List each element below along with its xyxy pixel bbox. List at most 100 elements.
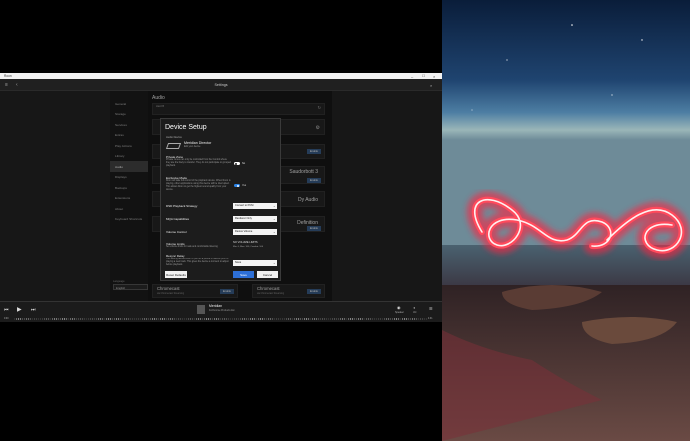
waveform-bar xyxy=(158,318,160,320)
waveform-seekbar[interactable] xyxy=(14,318,428,320)
waveform-bar xyxy=(304,318,306,320)
waveform-bar xyxy=(54,318,56,320)
queue-icon[interactable]: ☰ xyxy=(429,306,433,311)
waveform-bar xyxy=(404,318,406,320)
cancel-button[interactable]: Cancel xyxy=(257,271,278,278)
waveform-bar xyxy=(290,318,292,320)
waveform-bar xyxy=(214,318,216,320)
waveform-bar xyxy=(170,318,172,320)
mqa-select[interactable]: Renderer Only ⌄ xyxy=(233,216,277,222)
waveform-bar xyxy=(322,318,324,320)
save-button[interactable]: Save xyxy=(233,271,254,278)
dsd-strategy-value: Convert to PCM xyxy=(235,204,254,208)
zone-label[interactable]: Speaker xyxy=(395,311,404,314)
waveform-bar xyxy=(224,318,226,320)
exclusive-mode-toggle[interactable] xyxy=(234,184,240,187)
waveform-bar xyxy=(160,318,162,320)
waveform-bar xyxy=(48,318,50,320)
waveform-bar xyxy=(354,318,356,320)
waveform-bar xyxy=(402,318,404,320)
waveform-bar xyxy=(302,318,304,320)
waveform-bar xyxy=(254,318,256,320)
reset-defaults-button[interactable]: Reset Defaults xyxy=(165,271,187,278)
volume-control-select[interactable]: Device Volume ⌄ xyxy=(233,229,277,235)
waveform-bar xyxy=(258,318,260,320)
audio-device-label: Audio Device xyxy=(166,136,182,139)
volume-label: Vol xyxy=(413,311,417,314)
waveform-bar xyxy=(292,318,294,320)
waveform-bar xyxy=(406,318,408,320)
waveform-bar xyxy=(324,318,326,320)
waveform-bar xyxy=(272,318,274,320)
previous-track-icon[interactable]: ⏮ xyxy=(4,307,9,313)
waveform-bar xyxy=(138,318,140,320)
waveform-bar xyxy=(118,318,120,320)
dsd-strategy-select[interactable]: Convert to PCM ⌄ xyxy=(233,203,277,209)
volume-limits-sub: Min: 0, Max: 100, Comfort: 100 xyxy=(233,246,264,248)
waveform-bar xyxy=(368,318,370,320)
waveform-bar xyxy=(208,318,210,320)
track-subtitle[interactable]: Forthcome Products Etc. xyxy=(209,309,235,312)
waveform-bar xyxy=(422,318,424,320)
waveform-bar xyxy=(120,318,122,320)
album-art[interactable] xyxy=(197,305,205,314)
waveform-bar xyxy=(222,318,224,320)
track-title[interactable]: Meridian xyxy=(209,304,222,308)
private-zone-desc: Private zones can only be controlled fro… xyxy=(166,159,231,167)
window-title: Roon xyxy=(4,74,12,79)
waveform-bar xyxy=(212,318,214,320)
waveform-bar xyxy=(318,318,320,320)
play-icon[interactable]: ▶ xyxy=(17,306,22,313)
volume-control-value: Device Volume xyxy=(235,230,253,234)
waveform-bar xyxy=(194,318,196,320)
waveform-bar xyxy=(46,318,48,320)
waveform-bar xyxy=(188,318,190,320)
waveform-bar xyxy=(56,318,58,320)
waveform-bar xyxy=(200,318,202,320)
waveform-bar xyxy=(332,318,334,320)
volume-limits-desc: Set volume limits for safe and comfortab… xyxy=(166,246,218,248)
waveform-bar xyxy=(338,318,340,320)
waveform-bar xyxy=(420,318,422,320)
waveform-bar xyxy=(28,318,30,320)
private-zone-toggle[interactable] xyxy=(234,162,240,165)
page-title: Settings xyxy=(214,83,228,87)
waveform-bar xyxy=(260,318,262,320)
speaker-icon[interactable]: ◉ xyxy=(397,305,401,310)
waveform-bar xyxy=(310,318,312,320)
time-elapsed: 0:00 xyxy=(4,318,9,320)
device-edit-hint[interactable]: Edit your device xyxy=(184,146,200,148)
waveform-bar xyxy=(16,318,18,320)
waveform-bar xyxy=(154,318,156,320)
next-track-icon[interactable]: ⏭ xyxy=(31,307,36,313)
resync-delay-select[interactable]: None ⌄ xyxy=(233,260,277,266)
waveform-bar xyxy=(316,318,318,320)
waveform-bar xyxy=(44,318,46,320)
volume-limits-value[interactable]: NO VOLUME LIMITS xyxy=(233,241,258,244)
waveform-bar xyxy=(178,318,180,320)
waveform-bar xyxy=(336,318,338,320)
waveform-bar xyxy=(142,318,144,320)
search-icon[interactable]: ⌕ xyxy=(430,83,432,88)
waveform-bar xyxy=(58,318,60,320)
waveform-bar xyxy=(262,318,264,320)
waveform-bar xyxy=(190,318,192,320)
volume-control-label: Volume Control xyxy=(166,230,187,234)
waveform-bar xyxy=(396,318,398,320)
light-painting-photo xyxy=(442,0,690,441)
waveform-bar xyxy=(116,318,118,320)
waveform-bar xyxy=(246,318,248,320)
resync-delay-value: None xyxy=(235,261,242,265)
waveform-bar xyxy=(300,318,302,320)
app-header: ≡ ‹ Settings ⌕ xyxy=(0,79,442,91)
waveform-bar xyxy=(52,318,54,320)
dsd-strategy-label: DSD Playback Strategy xyxy=(166,204,198,208)
maximize-icon[interactable]: ☐ xyxy=(422,74,425,78)
waveform-bar xyxy=(250,318,252,320)
waveform-bar xyxy=(18,318,20,320)
waveform-bar xyxy=(202,318,204,320)
waveform-bar xyxy=(198,318,200,320)
audio-device-icon xyxy=(165,143,182,149)
volume-icon[interactable]: ◖ xyxy=(413,305,415,310)
waveform-bar xyxy=(276,318,278,320)
